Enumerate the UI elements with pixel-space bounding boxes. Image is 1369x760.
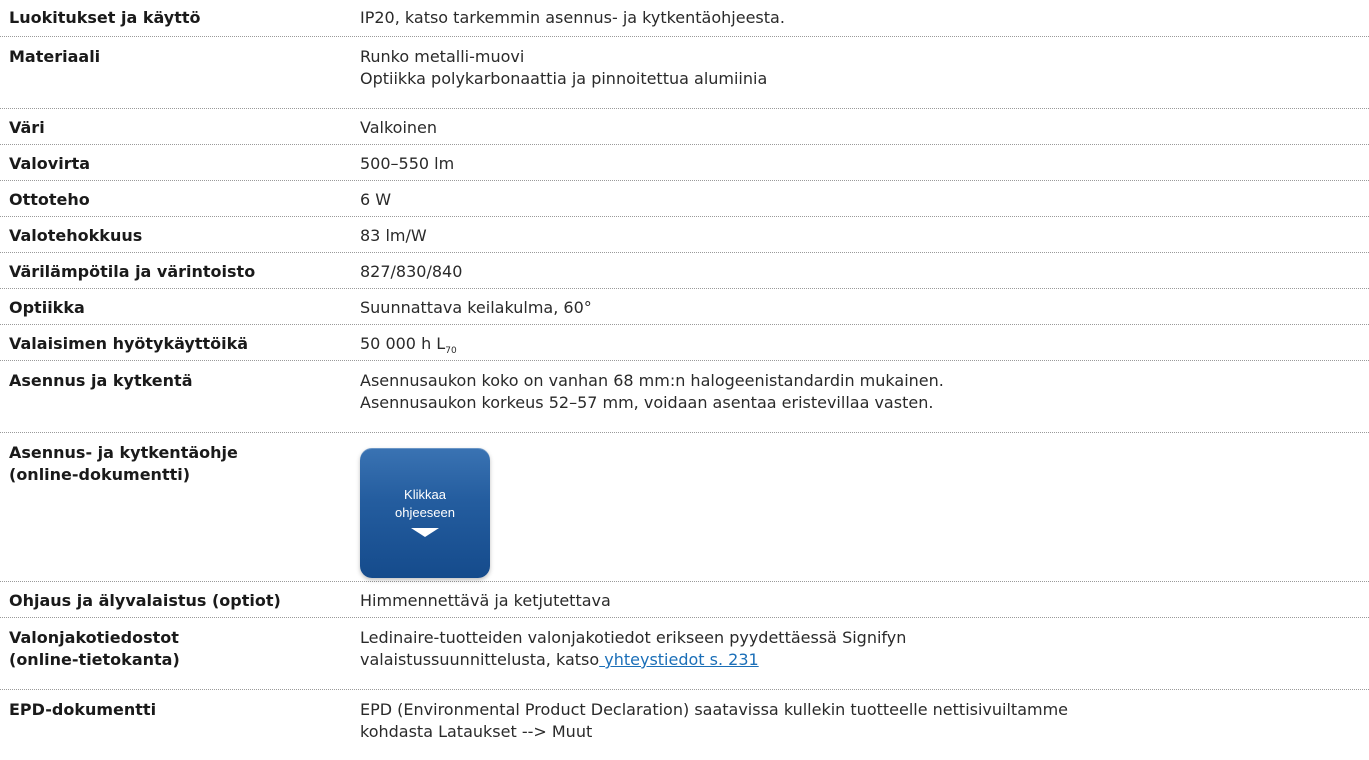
row-label: Optiikka (9, 298, 85, 317)
row-label: Valovirta (9, 154, 91, 173)
row-label: Valonjakotiedostot (online-tietokanta) (9, 628, 180, 669)
spec-row-power: Ottoteho 6 W (0, 181, 1369, 217)
spec-row-classification: Luokitukset ja käyttö IP20, katso tarkem… (0, 0, 1369, 37)
row-label: Valotehokkuus (9, 226, 143, 245)
spec-table: Luokitukset ja käyttö IP20, katso tarkem… (0, 0, 1369, 760)
row-value: Valkoinen (360, 118, 438, 137)
row-label: Ottoteho (9, 190, 90, 209)
row-label: Luokitukset ja käyttö (9, 8, 201, 27)
row-label: EPD-dokumentti (9, 700, 157, 719)
spec-row-lifetime: Valaisimen hyötykäyttöikä 50 000 h L70 (0, 325, 1369, 361)
row-value: Klikkaa ohjeeseen (360, 442, 1369, 581)
row-label: Väri (9, 118, 45, 137)
row-value: Runko metalli-muovi Optiikka polykarbona… (360, 47, 768, 88)
photometric-text: valaistussuunnittelusta, katso (360, 650, 600, 669)
row-value: Suunnattava keilakulma, 60° (360, 298, 592, 317)
spec-row-color: Väri Valkoinen (0, 109, 1369, 145)
row-value: EPD (Environmental Product Declaration) … (360, 700, 1069, 741)
spec-row-luminous-flux: Valovirta 500–550 lm (0, 145, 1369, 181)
spec-row-epd: EPD-dokumentti EPD (Environmental Produc… (0, 690, 1369, 760)
row-value: IP20, katso tarkemmin asennus- ja kytken… (360, 8, 785, 27)
row-value: 827/830/840 (360, 262, 463, 281)
row-label: Ohjaus ja älyvalaistus (optiot) (9, 591, 281, 610)
open-guide-button[interactable]: Klikkaa ohjeeseen (360, 448, 490, 578)
row-label: Asennus- ja kytkentäohje (online-dokumen… (9, 443, 238, 484)
row-label: Valaisimen hyötykäyttöikä (9, 334, 249, 353)
spec-row-installation: Asennus ja kytkentä Asennusaukon koko on… (0, 361, 1369, 433)
spec-row-control: Ohjaus ja älyvalaistus (optiot) Himmenne… (0, 582, 1369, 618)
row-value: 83 lm/W (360, 226, 427, 245)
row-label: Materiaali (9, 47, 101, 66)
row-value: 50 000 h L70 (360, 333, 1369, 360)
row-label: Värilämpötila ja värintoisto (9, 262, 256, 281)
triangle-down-icon (411, 528, 439, 537)
button-label-line: Klikkaa (404, 487, 446, 502)
spec-row-color-temperature: Värilämpötila ja värintoisto 827/830/840 (0, 253, 1369, 289)
spec-row-photometric-files: Valonjakotiedostot (online-tietokanta) L… (0, 618, 1369, 690)
lifetime-subscript: 70 (445, 346, 457, 356)
row-label: Asennus ja kytkentä (9, 371, 193, 390)
row-value: 6 W (360, 190, 392, 209)
contact-info-link[interactable]: yhteystiedot s. 231 (599, 650, 758, 669)
spec-row-installation-guide: Asennus- ja kytkentäohje (online-dokumen… (0, 433, 1369, 582)
row-value: Ledinaire-tuotteiden valonjakotiedot eri… (360, 628, 907, 669)
lifetime-value: 50 000 h L (360, 334, 446, 353)
spec-row-optics: Optiikka Suunnattava keilakulma, 60° (0, 289, 1369, 325)
spec-row-efficacy: Valotehokkuus 83 lm/W (0, 217, 1369, 253)
row-value: Asennusaukon koko on vanhan 68 mm:n halo… (360, 371, 944, 412)
button-label-line: ohjeeseen (395, 505, 455, 520)
spec-row-material: Materiaali Runko metalli-muovi Optiikka … (0, 37, 1369, 109)
row-value: 500–550 lm (360, 154, 455, 173)
row-value: Himmennettävä ja ketjutettava (360, 591, 611, 610)
